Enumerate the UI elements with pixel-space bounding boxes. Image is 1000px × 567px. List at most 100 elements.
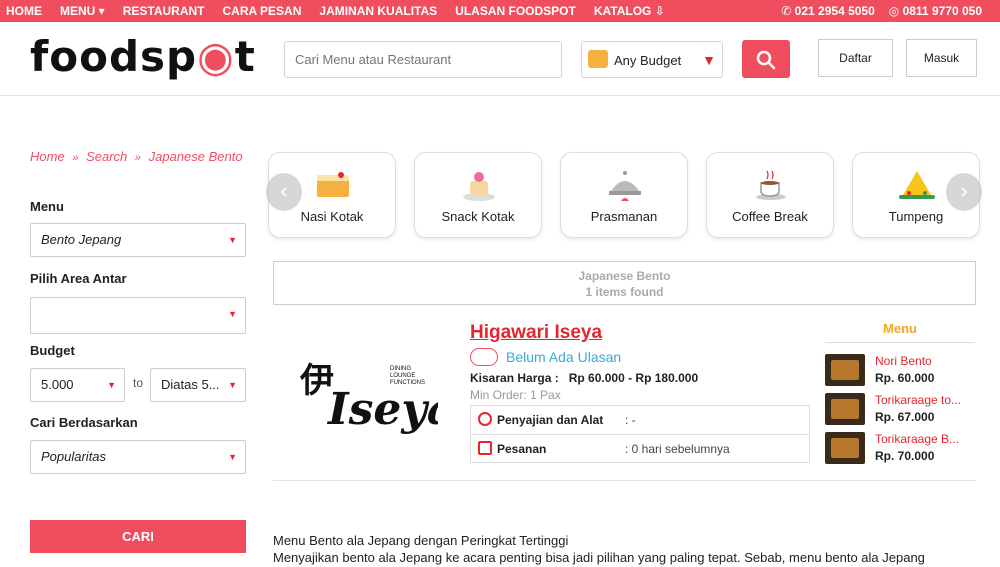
foodspot-logo[interactable]: foodsp◉t xyxy=(30,32,256,81)
nav-menu[interactable]: MENU ▾ xyxy=(60,4,105,18)
min-order: Min Order: 1 Pax xyxy=(470,388,561,402)
logo-script: Iseya xyxy=(326,384,438,434)
restaurant-info-box: Penyajian dan Alat : - Pesanan : 0 hari … xyxy=(470,405,810,463)
menu-item-price: Rp. 70.000 xyxy=(875,449,935,463)
category-snack-kotak[interactable]: Snack Kotak xyxy=(414,152,542,238)
info-value: : - xyxy=(625,413,636,427)
menu-item-thumbnail xyxy=(825,393,865,425)
info-key: Penyajian dan Alat xyxy=(497,413,604,427)
tumpeng-icon xyxy=(899,171,935,199)
logo-sub-3: FUNCTIONS xyxy=(390,380,425,386)
menu-item[interactable]: Nori Bento Rp. 60.000 xyxy=(825,354,975,388)
site-header: foodsp◉t Any Budget ▼ Daftar Masuk xyxy=(0,22,1000,96)
menu-item-thumbnail xyxy=(825,354,865,386)
breadcrumb-search[interactable]: Search xyxy=(86,149,127,164)
breadcrumb-separator: » xyxy=(72,152,79,164)
search-icon xyxy=(756,50,776,70)
calendar-icon xyxy=(478,441,492,455)
sort-select[interactable]: Popularitas ▼ xyxy=(30,440,246,474)
nav-ulasan-foodspot[interactable]: ULASAN FOODSPOT xyxy=(455,4,576,18)
snack-kotak-icon xyxy=(463,172,495,201)
price-range-value: Rp 60.000 - Rp 180.000 xyxy=(568,371,699,385)
sort-select-value: Popularitas xyxy=(41,449,107,464)
menu-select[interactable]: Bento Jepang ▼ xyxy=(30,223,246,257)
sort-filter-label: Cari Berdasarkan xyxy=(30,415,138,430)
caret-down-icon: ▼ xyxy=(228,235,237,245)
menu-item-name: Torikaraage to... xyxy=(875,393,962,407)
caret-down-icon: ▼ xyxy=(107,380,116,390)
logo-text-1: foodsp xyxy=(30,32,198,81)
category-label: Coffee Break xyxy=(732,209,808,224)
caret-down-icon: ▼ xyxy=(702,52,716,68)
breadcrumb: Home » Search » Japanese Bento xyxy=(30,149,243,164)
price-range: Kisaran Harga : Rp 60.000 - Rp 180.000 xyxy=(470,371,698,385)
menu-column-header: Menu xyxy=(825,321,975,343)
caret-down-icon: ▼ xyxy=(228,380,237,390)
budget-select[interactable]: Any Budget ▼ xyxy=(581,41,723,78)
category-label: Prasmanan xyxy=(590,209,658,224)
phone-number[interactable]: ✆ 021 2954 5050 xyxy=(781,4,874,18)
cari-button[interactable]: CARI xyxy=(30,520,246,553)
nav-cara-pesan[interactable]: CARA PESAN xyxy=(222,4,301,18)
carousel-next-button[interactable]: › xyxy=(946,173,982,211)
area-filter-label: Pilih Area Antar xyxy=(30,271,127,286)
coffee-break-icon xyxy=(756,170,786,200)
budget-to-select[interactable]: Diatas 5... ▼ xyxy=(150,368,246,402)
search-button[interactable] xyxy=(742,40,790,78)
info-row-penyajian: Penyajian dan Alat : - xyxy=(471,406,809,435)
budget-to-value: Diatas 5... xyxy=(161,377,220,392)
info-row-pesanan: Pesanan : 0 hari sebelumnya xyxy=(471,435,809,464)
restaurant-name-link[interactable]: Higawari Iseya xyxy=(470,322,602,344)
menu-item[interactable]: Torikaraage B... Rp. 70.000 xyxy=(825,432,975,466)
menu-item-name: Torikaraage B... xyxy=(875,432,960,446)
description-body: Menyajikan bento ala Jepang ke acara pen… xyxy=(273,550,925,565)
clock-icon xyxy=(478,412,492,426)
nav-jaminan-kualitas[interactable]: JAMINAN KUALITAS xyxy=(319,4,437,18)
carousel-prev-button[interactable]: ‹ xyxy=(266,173,302,211)
category-label: Snack Kotak xyxy=(441,209,515,224)
breadcrumb-home[interactable]: Home xyxy=(30,149,65,164)
info-key: Pesanan xyxy=(497,442,547,456)
nav-katalog[interactable]: KATALOG ⇩ xyxy=(594,4,665,18)
category-coffee-break[interactable]: Coffee Break xyxy=(706,152,834,238)
nav-restaurant[interactable]: RESTAURANT xyxy=(123,4,205,18)
breadcrumb-current[interactable]: Japanese Bento xyxy=(149,149,243,164)
review-status[interactable]: Belum Ada Ulasan xyxy=(506,349,621,365)
register-button[interactable]: Daftar xyxy=(818,39,893,77)
coins-icon xyxy=(588,50,608,68)
category-label: Nasi Kotak xyxy=(300,209,364,224)
category-prasmanan[interactable]: Prasmanan xyxy=(560,152,688,238)
menu-filter-label: Menu xyxy=(30,199,64,214)
nasi-kotak-icon xyxy=(317,172,349,197)
results-count: 1 items found xyxy=(585,285,664,299)
menu-item-name: Nori Bento xyxy=(875,354,932,368)
caret-down-icon: ▼ xyxy=(228,452,237,462)
search-input[interactable] xyxy=(284,41,562,78)
menu-item-price: Rp. 60.000 xyxy=(875,371,935,385)
restaurant-logo[interactable]: 伊 Iseya DINING LOUNGE FUNCTIONS xyxy=(298,344,438,434)
menu-item-thumbnail xyxy=(825,432,865,464)
nav-home[interactable]: HOME xyxy=(6,4,42,18)
area-select[interactable]: ▼ xyxy=(30,297,246,334)
budget-from-select[interactable]: 5.000 ▼ xyxy=(30,368,125,402)
chevron-left-icon: ‹ xyxy=(280,178,288,203)
budget-filter-label: Budget xyxy=(30,343,75,358)
menu-select-value: Bento Jepang xyxy=(41,232,122,247)
budget-to-text: to xyxy=(133,376,144,390)
category-label: Tumpeng xyxy=(888,209,944,224)
info-value: : 0 hari sebelumnya xyxy=(625,442,730,456)
top-nav: HOME MENU ▾ RESTAURANT CARA PESAN JAMINA… xyxy=(6,4,683,18)
logo-sub-1: DINING xyxy=(390,366,411,372)
menu-item[interactable]: Torikaraage to... Rp. 67.000 xyxy=(825,393,975,427)
breadcrumb-separator: » xyxy=(134,152,142,164)
contact-info: ✆ 021 2954 5050 ◎ 0811 9770 050 xyxy=(781,4,982,18)
price-range-label: Kisaran Harga : xyxy=(470,371,559,385)
whatsapp-number[interactable]: ◎ 0811 9770 050 xyxy=(889,4,982,18)
top-nav-bar: HOME MENU ▾ RESTAURANT CARA PESAN JAMINA… xyxy=(0,0,1000,22)
budget-select-label: Any Budget xyxy=(614,53,682,68)
results-summary: Japanese Bento 1 items found xyxy=(273,261,976,305)
login-button[interactable]: Masuk xyxy=(906,39,977,77)
budget-from-value: 5.000 xyxy=(41,377,74,392)
description-title: Menu Bento ala Jepang dengan Peringkat T… xyxy=(273,533,569,548)
caret-down-icon: ▼ xyxy=(228,309,237,319)
